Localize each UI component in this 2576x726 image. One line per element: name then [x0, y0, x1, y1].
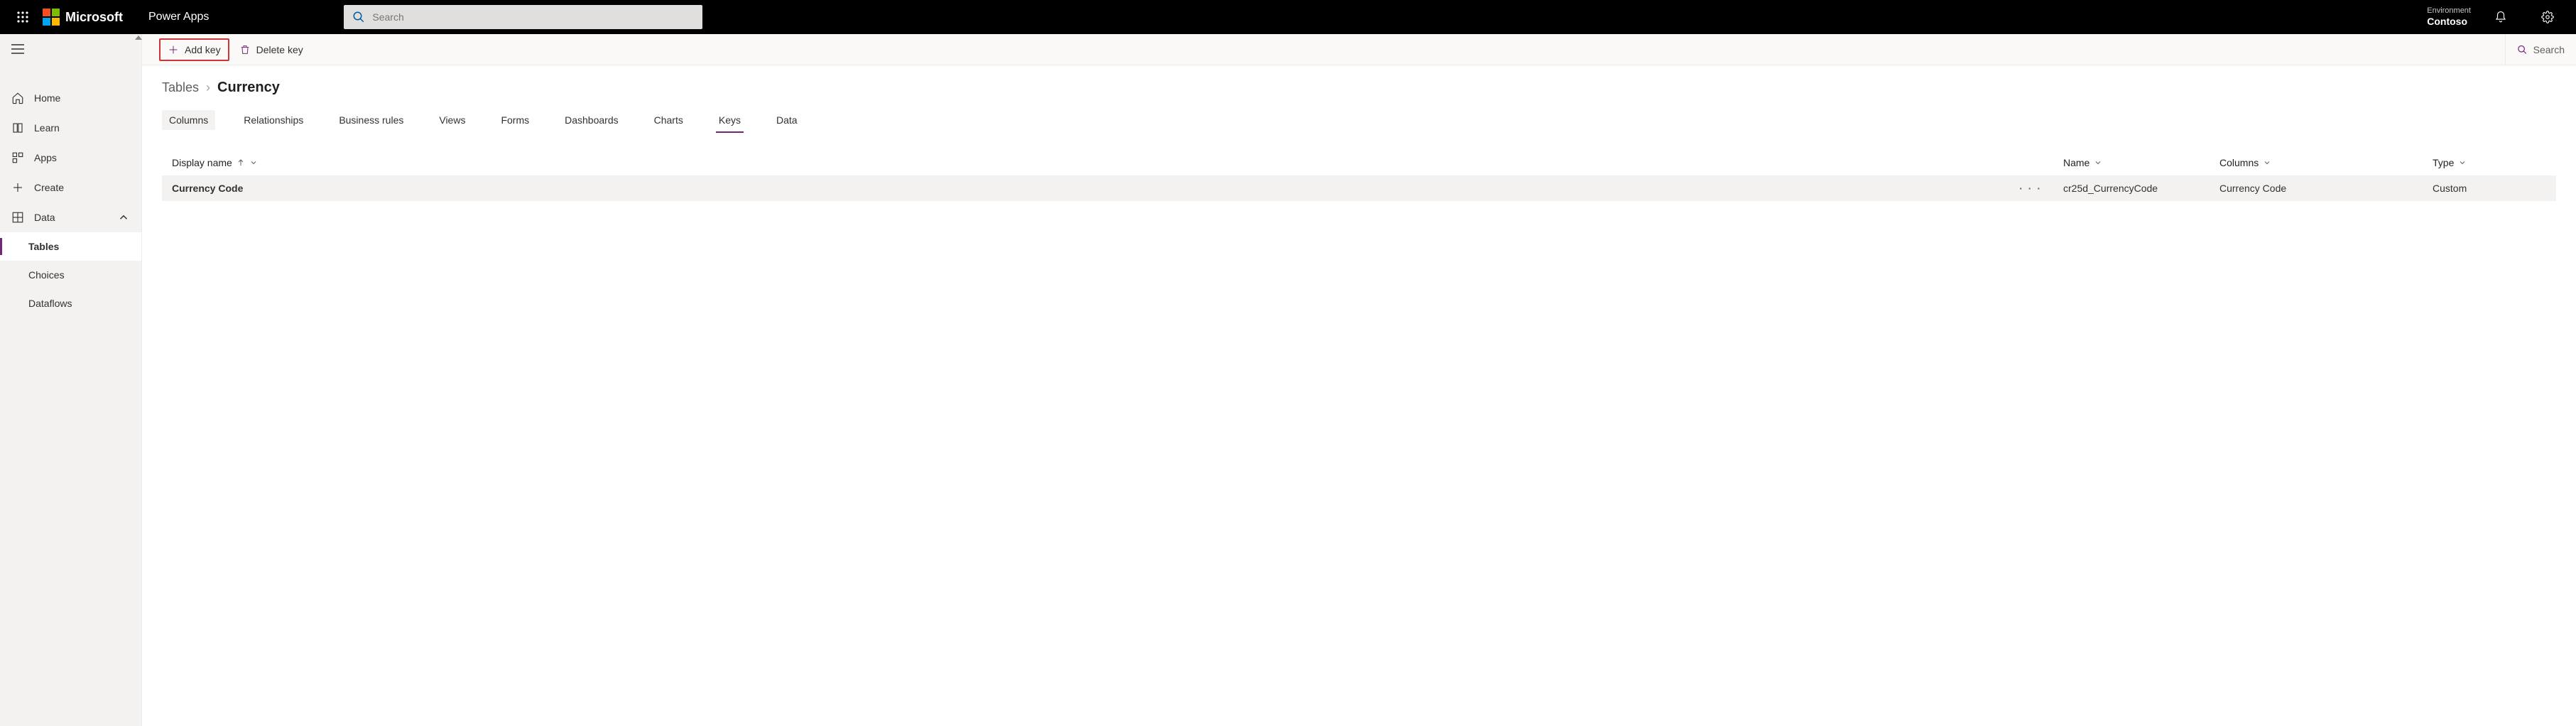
command-bar: Add key Delete key Search [142, 34, 2576, 65]
content-search-placeholder: Search [2533, 44, 2565, 55]
nav-create[interactable]: Create [0, 173, 141, 202]
nav-dataflows-label: Dataflows [28, 298, 72, 309]
breadcrumb-current: Currency [217, 80, 280, 96]
chevron-right-icon: › [206, 80, 210, 95]
plus-icon [168, 44, 179, 55]
tab-dashboards[interactable]: Dashboards [558, 110, 626, 130]
chevron-down-icon [2458, 158, 2467, 167]
tab-columns[interactable]: Columns [162, 110, 215, 130]
left-nav: Home Learn Apps Create Data Tables Choic… [0, 34, 142, 726]
breadcrumb: Tables › Currency [162, 80, 2556, 96]
entity-tabs: Columns Relationships Business rules Vie… [162, 110, 2556, 130]
search-icon [352, 11, 365, 23]
delete-key-button[interactable]: Delete key [232, 40, 310, 60]
nav-data-label: Data [34, 212, 55, 223]
nav-learn-label: Learn [34, 122, 60, 134]
chevron-down-icon [2094, 158, 2102, 167]
tab-views[interactable]: Views [432, 110, 472, 130]
row-name: cr25d_CurrencyCode [2063, 183, 2219, 194]
bell-icon [2494, 11, 2507, 23]
environment-picker[interactable]: Environment Contoso [2420, 6, 2471, 28]
apps-icon [11, 151, 24, 164]
tab-keys[interactable]: Keys [712, 110, 748, 130]
grid-icon [11, 211, 24, 224]
row-columns: Currency Code [2219, 183, 2433, 194]
global-search-input[interactable] [372, 11, 694, 23]
add-key-button[interactable]: Add key [159, 38, 229, 61]
book-icon [11, 121, 24, 134]
nav-create-label: Create [34, 182, 64, 193]
col-type[interactable]: Type [2433, 157, 2546, 168]
environment-name: Contoso [2427, 16, 2471, 28]
tab-data[interactable]: Data [769, 110, 805, 130]
col-display-name[interactable]: Display name [172, 157, 2063, 168]
settings-button[interactable] [2531, 0, 2565, 34]
nav-data[interactable]: Data [0, 202, 141, 232]
col-name[interactable]: Name [2063, 157, 2219, 168]
row-more-button[interactable]: · · · [2019, 183, 2042, 194]
tab-business-rules[interactable]: Business rules [332, 110, 411, 130]
hamburger-icon [11, 44, 24, 54]
microsoft-logo-icon [43, 9, 60, 26]
global-search[interactable] [344, 5, 702, 29]
app-header: Microsoft Power Apps Environment Contoso [0, 0, 2576, 34]
trash-icon [239, 44, 251, 55]
nav-learn[interactable]: Learn [0, 113, 141, 143]
waffle-icon[interactable] [6, 0, 40, 34]
nav-home-label: Home [34, 92, 60, 104]
row-type: Custom [2433, 183, 2546, 194]
microsoft-brand-text: Microsoft [65, 10, 123, 25]
tab-relationships[interactable]: Relationships [237, 110, 310, 130]
nav-apps-label: Apps [34, 152, 57, 163]
app-title: Power Apps [148, 11, 209, 23]
nav-dataflows[interactable]: Dataflows [0, 289, 141, 318]
tab-charts[interactable]: Charts [647, 110, 690, 130]
table-row[interactable]: Currency Code · · · cr25d_CurrencyCode C… [162, 175, 2556, 201]
notifications-button[interactable] [2484, 0, 2518, 34]
scroll-up-icon[interactable] [135, 36, 142, 40]
tab-forms[interactable]: Forms [494, 110, 536, 130]
nav-home[interactable]: Home [0, 83, 141, 113]
add-key-label: Add key [185, 44, 221, 55]
nav-tables-label: Tables [28, 241, 59, 252]
home-icon [11, 92, 24, 104]
nav-tables[interactable]: Tables [0, 232, 141, 261]
main-content: Add key Delete key Search Tables › Curre… [142, 34, 2576, 726]
arrow-up-icon [237, 158, 245, 167]
chevron-down-icon [249, 158, 258, 167]
nav-collapse-button[interactable] [0, 34, 141, 66]
keys-table-header: Display name Name Columns Type [162, 150, 2556, 175]
row-display-name: Currency Code [172, 183, 243, 194]
chevron-down-icon [2263, 158, 2271, 167]
breadcrumb-tables[interactable]: Tables [162, 80, 199, 95]
plus-icon [11, 181, 24, 194]
microsoft-logo: Microsoft [43, 9, 123, 26]
delete-key-label: Delete key [256, 44, 303, 55]
environment-label: Environment [2427, 6, 2471, 16]
nav-apps[interactable]: Apps [0, 143, 141, 173]
gear-icon [2541, 11, 2554, 23]
chevron-up-icon [117, 211, 130, 224]
search-icon [2517, 44, 2528, 55]
nav-choices[interactable]: Choices [0, 261, 141, 289]
content-search[interactable]: Search [2505, 34, 2576, 65]
col-columns[interactable]: Columns [2219, 157, 2433, 168]
nav-choices-label: Choices [28, 269, 65, 281]
